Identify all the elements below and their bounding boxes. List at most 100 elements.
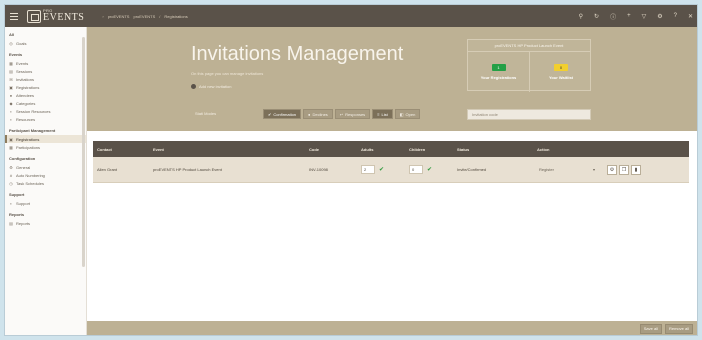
children-input[interactable]: 0: [409, 165, 423, 174]
copy-row-button[interactable]: ❐: [619, 164, 629, 175]
responses-view-button[interactable]: ↩ Responses: [334, 109, 371, 119]
declines-view-button[interactable]: ● Declines: [303, 109, 333, 119]
logo-mark-icon: [27, 9, 41, 23]
sidebar-item-label: Sessions: [16, 68, 33, 74]
gear-icon[interactable]: ⚙: [657, 13, 662, 20]
sidebar-item-support[interactable]: ▪ Support: [5, 199, 86, 207]
status-cell: Invite/Confirmed: [457, 167, 487, 172]
sidebar-item-reports[interactable]: ▤ Reports: [5, 219, 86, 227]
sidebar-item-attendees[interactable]: ● Attendees: [5, 91, 86, 99]
view-modes-label: Stati Modes: [195, 111, 217, 116]
confirmation-view-button[interactable]: ✔ Confirmation: [263, 109, 302, 119]
breadcrumb-item[interactable]: proEVENTS: [133, 14, 155, 19]
sidebar-item-task-schedules[interactable]: ◷ Task Schedules: [5, 179, 86, 187]
pin-icon[interactable]: ⚲: [579, 13, 583, 20]
sidebar-item-label: Registrations: [16, 84, 40, 90]
sidebar-item-general[interactable]: ⚙ General: [5, 163, 86, 171]
registrations-stat[interactable]: 1 Your Registrations: [468, 52, 530, 92]
sidebar-item-sessions[interactable]: ▤ Sessions: [5, 67, 86, 75]
waitlist-stat[interactable]: 0 Your Waitlist: [530, 52, 592, 92]
slash-separator: /: [159, 13, 161, 19]
column-header-contact[interactable]: Contact: [93, 147, 149, 152]
column-header-adults[interactable]: Adults: [357, 147, 405, 152]
sidebar-item-resources[interactable]: ▪ Resources: [5, 115, 86, 123]
sidebar-item-invitations[interactable]: ✉ Invitations: [5, 75, 86, 83]
help-icon[interactable]: ?: [674, 13, 677, 19]
column-header-action[interactable]: Action: [533, 147, 603, 152]
column-header-status[interactable]: Status: [453, 147, 533, 152]
open-view-button[interactable]: ◧ Open: [394, 109, 421, 119]
button-label: Declines: [312, 111, 328, 117]
save-all-button[interactable]: Save all: [639, 324, 662, 334]
sidebar-section-title: Configuration: [9, 156, 36, 161]
settings-row-button[interactable]: ⚙: [607, 164, 617, 175]
sidebar-section-title: All: [9, 32, 15, 37]
filter-icon[interactable]: ▽: [642, 13, 647, 20]
breadcrumb-item[interactable]: proEVENTS: [108, 14, 130, 19]
button-label: List: [381, 111, 388, 117]
row-tools: ⚙ ❐ ▮: [603, 164, 689, 175]
remove-all-button[interactable]: Remove all: [664, 324, 693, 334]
support-icon: ▪: [10, 200, 12, 206]
copy-icon: ❐: [621, 166, 627, 173]
sidebar-item-label: Attendees: [16, 92, 35, 98]
waitlist-label: Your Waitlist: [549, 75, 573, 80]
table-row[interactable]: Allen Grant proEVENTS HP Product Launch …: [93, 157, 689, 183]
resource-icon: ▪: [10, 108, 12, 114]
calendar-icon: ▦: [9, 60, 13, 66]
sidebar-item-goals[interactable]: ◎ Goals: [5, 39, 86, 47]
top-bar: PRO EVENTS › proEVENTS proEVENTS / Regis…: [5, 5, 697, 27]
adults-cell: 2 ✔: [357, 165, 405, 174]
sidebar-item-participations[interactable]: ▦ Participations: [5, 143, 86, 151]
sidebar-item-session-resources[interactable]: ▪ Session Resources: [5, 107, 86, 115]
page-subtitle: On this page you can manage invitations: [191, 71, 264, 76]
plus-icon[interactable]: +: [627, 13, 631, 19]
invitations-table: Contact Event Code Adults Children Statu…: [93, 141, 689, 183]
sidebar-item-auto-numbering[interactable]: # Auto Numbering: [5, 171, 86, 179]
close-icon[interactable]: ✕: [688, 13, 693, 20]
box-icon: ▪: [10, 116, 12, 122]
sidebar-item-label: Categories: [16, 100, 36, 106]
table-header: Contact Event Code Adults Children Statu…: [93, 141, 689, 157]
column-header-children[interactable]: Children: [405, 147, 453, 152]
top-toolbar: ⚲ ↻ ⓘ + ▽ ⚙ ? ✕: [579, 5, 693, 27]
column-header-event[interactable]: Event: [149, 147, 305, 152]
event-cell[interactable]: proEVENTS HP Product Launch Event: [149, 167, 305, 172]
add-invitation-link[interactable]: Add new invitation: [191, 84, 231, 89]
clock-icon: ◷: [9, 180, 13, 186]
hamburger-menu-icon[interactable]: [5, 5, 23, 27]
sidebar-item-categories[interactable]: ◆ Categories: [5, 99, 86, 107]
registrations-label: Your Registrations: [480, 75, 517, 80]
invitation-code-search-input[interactable]: Invitation code: [467, 109, 591, 120]
check-icon: ✔: [268, 111, 272, 117]
info-icon[interactable]: ⓘ: [610, 12, 616, 21]
sidebar-item-registrations[interactable]: ▣ Registrations: [5, 83, 86, 91]
delete-row-button[interactable]: ▮: [631, 164, 641, 175]
sidebar-item-label: Support: [16, 200, 31, 206]
adults-input[interactable]: 2: [361, 165, 375, 174]
view-mode-buttons: ✔ Confirmation ● Declines ↩ Responses ≡ List…: [263, 109, 421, 119]
person-icon: ●: [308, 111, 311, 117]
sidebar-item-label: Task Schedules: [16, 180, 45, 186]
trash-icon: ▮: [634, 166, 638, 173]
action-select[interactable]: Register ▾: [537, 165, 597, 174]
number-icon: #: [9, 172, 13, 178]
column-header-code[interactable]: Code: [305, 147, 357, 152]
sidebar-scrollbar[interactable]: [82, 37, 85, 267]
sidebar-item-registrations-active[interactable]: ▣ Registrations: [5, 135, 86, 143]
app-logo[interactable]: PRO EVENTS: [27, 5, 84, 27]
page-footer: Save all Remove all: [87, 321, 697, 335]
waitlist-count-badge: 0: [554, 64, 568, 71]
report-icon: ▤: [9, 220, 13, 226]
sessions-icon: ▤: [9, 68, 13, 74]
sidebar-item-events[interactable]: ▦ Events: [5, 59, 86, 67]
sidebar-item-label: Reports: [16, 220, 31, 226]
list-icon: ≡: [377, 111, 380, 117]
refresh-icon[interactable]: ↻: [594, 13, 599, 20]
contact-cell[interactable]: Allen Grant: [93, 167, 149, 172]
check-icon: ✔: [379, 167, 385, 173]
breadcrumb-item[interactable]: Registrations: [164, 14, 187, 19]
settings-icon: ⚙: [9, 164, 13, 170]
sidebar-item-label: Resources: [16, 116, 36, 122]
list-view-button[interactable]: ≡ List: [372, 109, 393, 119]
